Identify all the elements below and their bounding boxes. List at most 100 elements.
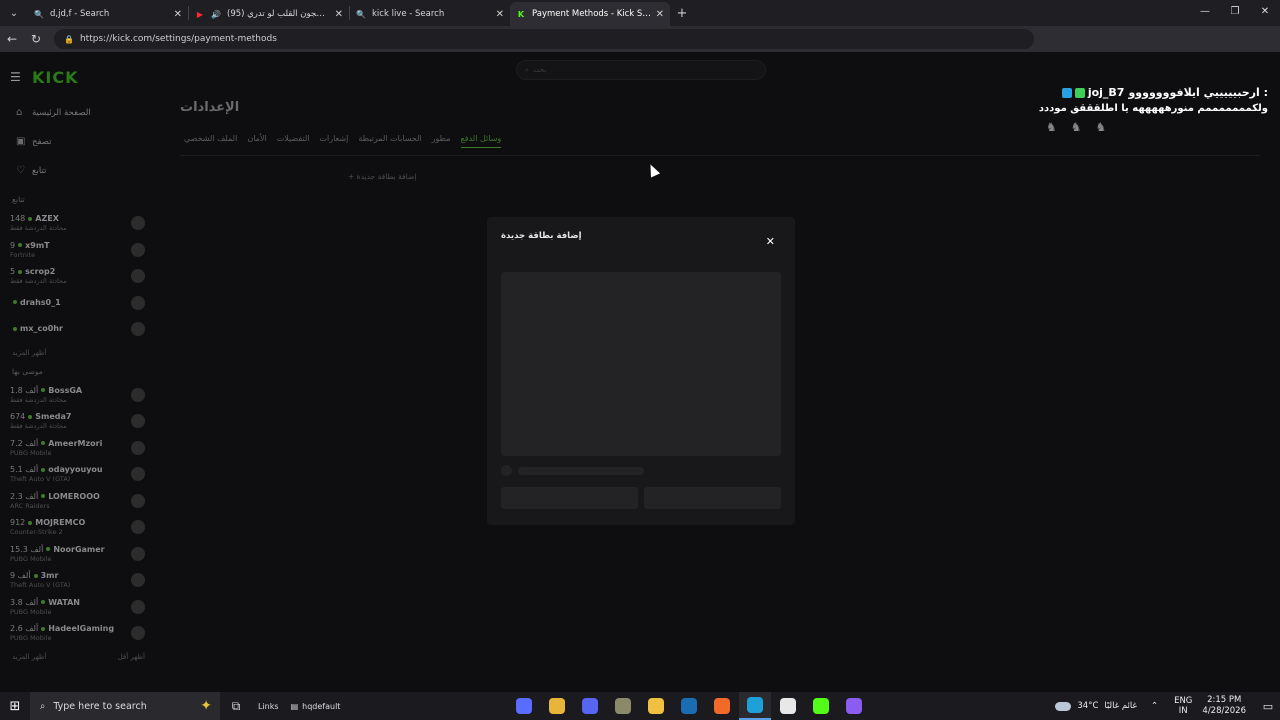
taskbar-app-kick[interactable] <box>805 692 837 720</box>
tab-menu-button[interactable]: ⌄ <box>0 0 28 26</box>
settings-tab[interactable]: مطور <box>432 134 451 148</box>
sidebar-item-browse[interactable]: ▣ تصفح <box>10 127 145 156</box>
channel-item[interactable]: 912 MOJREMCO Counter-Strike 2 <box>10 514 145 541</box>
links-toolbar[interactable]: Links <box>258 702 279 711</box>
settings-tab[interactable]: الملف الشخصي <box>184 134 237 148</box>
channel-category: محادثة الدردشة فقط <box>10 395 67 404</box>
settings-tab[interactable]: التفضيلات <box>277 134 310 148</box>
taskbar-file[interactable]: ▤ hqdefault <box>291 702 341 711</box>
search-input[interactable]: ⌕ بحث <box>516 60 766 80</box>
channel-item[interactable]: 9 ألف 3mr Theft Auto V (GTA) <box>10 567 145 594</box>
taskbar-app-edge[interactable] <box>739 692 771 720</box>
taskbar-app-steam[interactable] <box>673 692 705 720</box>
channel-item[interactable]: 1.8 ألف BossGA محادثة الدردشة فقط <box>10 382 145 409</box>
channel-info: 148 AZEX محادثة الدردشة فقط <box>10 214 67 232</box>
channel-item[interactable]: 9 x9mT Fortnite <box>10 237 145 264</box>
avatar <box>131 467 145 482</box>
taskbar-app-app-11[interactable] <box>838 692 870 720</box>
clock[interactable]: 2:15 PM 4/28/2026 <box>1202 695 1246 717</box>
notification-icon[interactable]: ▭ <box>1256 700 1280 713</box>
channel-item[interactable]: 2.3 ألف LOMEROOO ARC Raiders <box>10 488 145 515</box>
taskbar-app-app-4[interactable] <box>607 692 639 720</box>
avatar <box>131 295 145 310</box>
weather-desc: غائم غالبًا <box>1104 701 1137 711</box>
channel-info: 3.8 ألف WATAN PUBG Mobile <box>10 598 80 616</box>
weather-widget[interactable]: 34°C غائم غالبًا <box>1055 701 1137 711</box>
following-title: تتابع <box>12 195 25 204</box>
taskbar-search[interactable]: ⌕ Type here to search ✦ <box>30 692 220 720</box>
skeleton-checkbox <box>501 465 512 476</box>
close-window-icon[interactable]: ✕ <box>1250 0 1280 24</box>
maximize-icon[interactable]: ❐ <box>1220 0 1250 24</box>
channel-name: HadeelGaming <box>48 624 115 634</box>
browser-tab[interactable]: 🔍 kick live - Search ✕ <box>350 2 510 26</box>
channel-category: PUBG Mobile <box>10 448 52 457</box>
taskbar-app-capcut[interactable] <box>772 692 804 720</box>
badge-icon <box>1061 87 1072 98</box>
channel-name: WATAN <box>48 597 80 607</box>
close-tab-icon[interactable]: ✕ <box>656 9 664 20</box>
lock-icon: 🔒 <box>64 34 74 44</box>
close-icon[interactable]: ✕ <box>766 235 775 248</box>
kick-logo[interactable]: KICK <box>32 68 79 87</box>
browser-tab[interactable]: ▶ 🔊 (95) عمر - ياشجون القلب لو تدري ✕ <box>189 2 349 26</box>
edge-icon <box>747 697 763 713</box>
windows-start-icon[interactable]: ⊞ <box>0 699 30 714</box>
channel-name: NoorGamer <box>53 544 105 554</box>
channel-item[interactable]: 15.3 ألف NoorGamer PUBG Mobile <box>10 541 145 568</box>
recommended-title: موصى بها <box>12 366 43 376</box>
taskbar-app-app-2[interactable] <box>541 692 573 720</box>
channel-item[interactable]: 5.1 ألف odayyouyou Theft Auto V (GTA) <box>10 461 145 488</box>
new-tab-button[interactable]: + <box>670 6 694 21</box>
close-tab-icon[interactable]: ✕ <box>174 9 182 20</box>
channel-item[interactable]: 5 scrop2 محادثة الدردشة فقط <box>10 263 145 290</box>
channel-name: scrop2 <box>25 267 56 277</box>
channel-item[interactable]: 148 AZEX محادثة الدردشة فقط <box>10 210 145 237</box>
taskbar-app-app-1[interactable] <box>508 692 540 720</box>
channel-item[interactable]: mx_co0hr <box>10 316 145 343</box>
close-tab-icon[interactable]: ✕ <box>496 9 504 20</box>
refresh-icon[interactable]: ↻ <box>24 32 48 46</box>
language-indicator[interactable]: ENG IN <box>1174 696 1192 716</box>
show-less-button[interactable]: أظهر أقل <box>118 653 145 661</box>
settings-tab[interactable]: وسائل الدفع <box>460 134 502 148</box>
file-icon: ▤ <box>290 701 299 711</box>
minimize-icon[interactable]: — <box>1190 0 1220 24</box>
channel-item[interactable]: 674 Smeda7 محادثة الدردشة فقط <box>10 408 145 435</box>
taskbar-app-discord[interactable] <box>574 692 606 720</box>
sidebar-item-following[interactable]: ♡ تتابع <box>10 156 145 185</box>
search-icon: ⌕ <box>525 65 529 74</box>
taskbar-app-firefox[interactable] <box>706 692 738 720</box>
speaker-icon[interactable]: 🔊 <box>211 9 221 19</box>
app-11-icon <box>846 698 862 714</box>
add-card-button[interactable]: + إضافة بطاقة جديدة <box>348 172 416 181</box>
back-icon[interactable]: ← <box>0 32 24 46</box>
show-more-button[interactable]: أظهر المزيد <box>12 653 46 661</box>
channel-item[interactable]: 2.6 ألف HadeelGaming PUBG Mobile <box>10 620 145 647</box>
close-tab-icon[interactable]: ✕ <box>335 9 343 20</box>
settings-tab[interactable]: الحسابات المرتبطة <box>358 134 421 148</box>
search-icon: 🔍 <box>356 9 366 19</box>
channel-row: 7.2 ألف AmeerMzori <box>10 439 102 448</box>
url-field[interactable]: 🔒 https://kick.com/settings/payment-meth… <box>54 29 1034 49</box>
taskbar-app-file-explorer[interactable] <box>640 692 672 720</box>
logo-row: ☰ KICK <box>10 60 145 94</box>
browser-tab[interactable]: 🔍 d,jd,f - Search ✕ <box>28 2 188 26</box>
chat-text: ارحبيييييي ايلافووووووو : <box>1128 86 1268 99</box>
live-dot-icon <box>46 547 51 552</box>
channel-item[interactable]: 3.8 ألف WATAN PUBG Mobile <box>10 594 145 621</box>
channel-info: 674 Smeda7 محادثة الدردشة فقط <box>10 412 72 430</box>
menu-icon[interactable]: ☰ <box>10 70 32 84</box>
file-name: hqdefault <box>302 701 341 711</box>
settings-tab[interactable]: إشعارات <box>320 134 349 148</box>
show-more-button[interactable]: أظهر المزيد <box>12 349 145 357</box>
channel-item[interactable]: drahs0_1 <box>10 290 145 317</box>
sidebar-item-home[interactable]: ⌂ الصفحة الرئيسية <box>10 98 145 127</box>
task-view-icon[interactable]: ⧉ <box>220 699 252 714</box>
settings-tab[interactable]: الأمان <box>247 134 266 148</box>
emote-icon: ♞ <box>1095 120 1107 134</box>
taskbar: ⊞ ⌕ Type here to search ✦ ⧉ Links ▤ hqde… <box>0 692 1280 720</box>
channel-item[interactable]: 7.2 ألف AmeerMzori PUBG Mobile <box>10 435 145 462</box>
browser-tab-active[interactable]: K Payment Methods - Kick Streaming ✕ <box>510 2 670 26</box>
chevron-up-icon[interactable]: ⌃ <box>1151 701 1158 711</box>
